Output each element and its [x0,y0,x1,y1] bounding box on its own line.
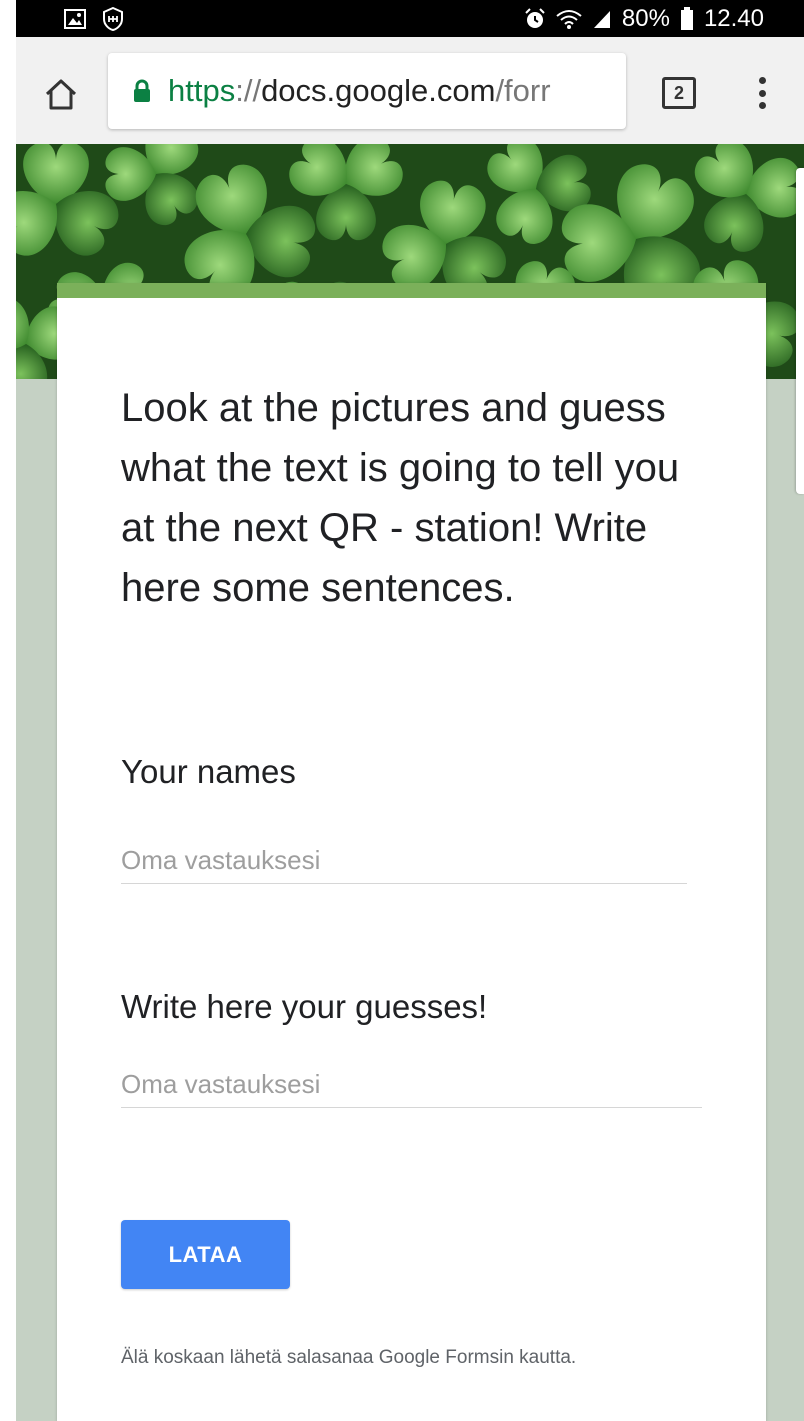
url-separator: :// [235,73,262,108]
lock-icon [132,79,152,103]
url-host: docs.google.com [261,73,496,108]
home-button[interactable] [42,75,80,113]
tab-switcher-button[interactable]: 2 [662,77,696,109]
battery-percent: 80% [621,4,670,32]
form-card: Look at the pictures and guess what the … [57,283,766,1421]
screen-edge [0,0,16,1421]
browser-toolbar: https://docs.google.com/forr 2 [16,37,804,144]
menu-dot-icon [758,89,766,97]
wifi-icon [556,8,582,30]
url-path: /forr [495,73,551,108]
question-guesses-label: Write here your guesses! [121,988,488,1025]
clock: 12.40 [703,4,764,32]
scroll-handle[interactable] [796,168,804,494]
status-left-icons [64,6,124,31]
status-right-icons: 80% 12.40 [524,5,764,33]
address-bar[interactable]: https://docs.google.com/forr [108,53,626,129]
image-icon [64,8,86,29]
status-bar: 80% 12.40 [16,0,804,37]
home-icon [45,79,77,110]
shield-icon [102,6,124,31]
menu-button[interactable] [750,73,774,113]
names-answer-input[interactable] [121,838,687,884]
battery-icon [680,6,694,31]
tab-count: 2 [673,82,684,103]
alarm-icon [524,7,546,30]
submit-button[interactable]: LATAA [121,1220,290,1289]
url-scheme: https [168,73,236,108]
form-title: Look at the pictures and guess what the … [121,386,680,610]
question-names-label: Your names [121,753,296,790]
password-warning: Älä koskaan lähetä salasanaa Google Form… [121,1347,577,1368]
guesses-answer-input[interactable] [121,1062,702,1108]
signal-icon [592,9,612,29]
menu-dot-icon [758,102,766,109]
menu-dot-icon [758,77,766,84]
